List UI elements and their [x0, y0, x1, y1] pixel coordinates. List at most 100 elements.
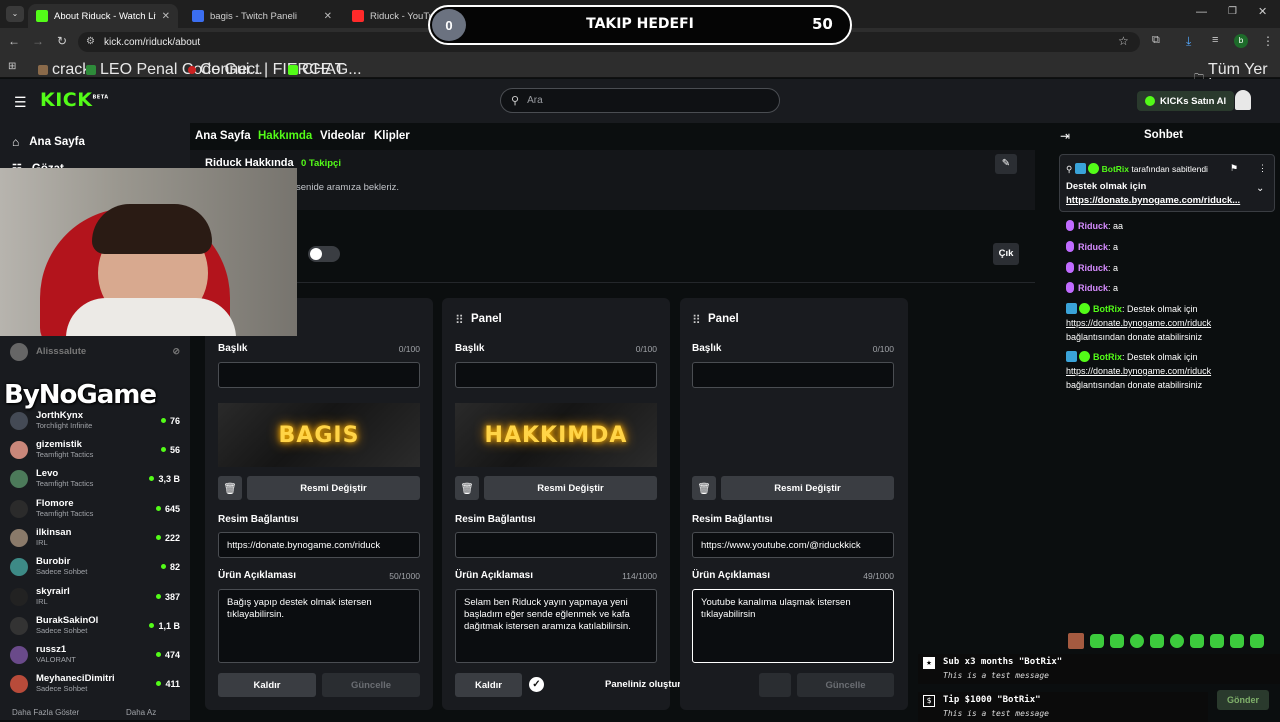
sidebar-channel[interactable]: gizemistik Teamfight Tactics 56	[10, 435, 180, 464]
sidebar-channel[interactable]: ilkinsan IRL 222	[10, 523, 180, 552]
minimize-icon[interactable]: —	[1196, 6, 1207, 18]
browser-tab-kick[interactable]: About Riduck - Watch Live on K ✕	[28, 4, 178, 28]
emote-icon[interactable]	[1210, 634, 1224, 648]
description-textarea[interactable]: Selam ben Riduck yayın yapmaya yeni başl…	[455, 589, 657, 663]
browser-menu-icon[interactable]: ⋮	[1262, 34, 1274, 48]
emote-icon[interactable]	[1130, 634, 1144, 648]
update-button[interactable]: Güncelle	[322, 673, 420, 697]
show-more-link[interactable]: Daha Fazla Göster	[12, 708, 79, 717]
forward-icon[interactable]: →	[30, 34, 46, 48]
emote-icon[interactable]	[1250, 634, 1264, 648]
back-icon[interactable]: ←	[6, 34, 22, 48]
tab-videos[interactable]: Videolar	[320, 130, 365, 142]
emote-icon[interactable]	[1090, 634, 1104, 648]
change-image-button[interactable]: Resmi Değiştir	[721, 476, 894, 500]
bookmark-item[interactable]: crack	[38, 61, 90, 79]
trash-icon[interactable]: 🗑	[218, 476, 242, 500]
unpin-icon[interactable]: ⚑	[1230, 163, 1238, 174]
buy-kicks-button[interactable]: KICKs Satın Al	[1137, 91, 1235, 111]
sidebar-item-home[interactable]: ⌂ Ana Sayfa	[12, 135, 85, 149]
profile-avatar[interactable]: b	[1234, 34, 1248, 48]
close-tab-icon[interactable]: ✕	[324, 11, 332, 22]
bookmark-star-icon[interactable]: ☆	[1118, 34, 1129, 48]
edit-pencil-icon[interactable]: ✎	[995, 154, 1017, 174]
show-less-link[interactable]: Daha Az	[126, 708, 156, 717]
emote-icon[interactable]	[1190, 634, 1204, 648]
edit-panels-toggle[interactable]	[308, 246, 340, 262]
browser-tab-twitch[interactable]: bagis - Twitch Paneli ✕	[184, 4, 340, 28]
hamburger-menu-icon[interactable]: ☰	[14, 94, 27, 111]
avatar	[10, 440, 28, 459]
chat-message: Riduck: a	[1066, 261, 1271, 275]
bot-badge-icon	[1074, 163, 1086, 174]
title-counter: 0/100	[872, 344, 894, 354]
chevron-down-icon[interactable]: ⌄	[1256, 183, 1264, 194]
user-avatar[interactable]	[1235, 90, 1251, 110]
sidebar-channel[interactable]: Flomore Teamfight Tactics 645	[10, 494, 180, 523]
link-input[interactable]: https://www.youtube.com/@riduckkick	[692, 532, 894, 558]
reload-icon[interactable]: ↻	[54, 34, 70, 48]
title-label: Başlık	[218, 343, 248, 354]
about-text: ık senide aramıza bekleriz.	[286, 182, 399, 193]
restore-icon[interactable]: ❐	[1228, 6, 1237, 17]
close-tab-icon[interactable]: ✕	[162, 11, 170, 22]
trash-icon[interactable]: 🗑	[692, 476, 716, 500]
live-dot-icon	[155, 652, 161, 657]
kick-logo[interactable]: KICKBETA	[40, 89, 109, 111]
close-window-icon[interactable]: ✕	[1258, 5, 1267, 18]
description-textarea[interactable]: Youtube kanalıma ulaşmak istersen tıklay…	[692, 589, 894, 663]
sidebar-channel[interactable]: skyrairl IRL 387	[10, 582, 180, 611]
sidebar-channel[interactable]: BurakSakinOl Sadece Sohbet 1,1 B	[10, 611, 180, 640]
title-label: Başlık	[455, 343, 485, 354]
link-input[interactable]: https://donate.bynogame.com/riduck	[218, 532, 420, 558]
send-button[interactable]: Gönder	[1217, 690, 1269, 710]
extensions-icon[interactable]: ⧉	[1152, 34, 1160, 47]
emote-icon[interactable]	[1170, 634, 1184, 648]
tab-search-icon[interactable]: ⌄	[6, 6, 24, 22]
avatar	[10, 587, 28, 606]
live-dot-icon	[155, 535, 161, 540]
site-info-icon[interactable]: ⚙	[86, 36, 95, 47]
sidebar-channel[interactable]: MeyhaneciDimitri Sadece Sohbet 411	[10, 669, 180, 698]
page-icon	[188, 66, 196, 74]
broadcaster-badge-icon	[1066, 282, 1074, 293]
search-input[interactable]: ⚲ Ara	[500, 88, 780, 113]
emote-icon[interactable]	[1230, 634, 1244, 648]
pin-icon: ⚲	[1066, 164, 1073, 174]
sidebar-channel[interactable]: Burobir Sadece Sohbet 82	[10, 552, 180, 581]
remove-button[interactable]: Kaldır	[455, 673, 522, 697]
more-options-icon[interactable]: ⋮	[1258, 163, 1267, 174]
title-input[interactable]	[218, 362, 420, 388]
drag-handle-icon[interactable]: ⠿	[455, 313, 464, 327]
remove-button-disabled[interactable]	[759, 673, 791, 697]
update-button[interactable]: Güncelle	[797, 673, 894, 697]
title-input[interactable]	[455, 362, 657, 388]
sidebar-channel[interactable]: JorthKynx Torchlight Infinite 76	[10, 406, 180, 435]
apps-grid-icon[interactable]: ⊞	[8, 61, 16, 72]
trash-icon[interactable]: 🗑	[455, 476, 479, 500]
link-input[interactable]	[455, 532, 657, 558]
title-label: Başlık	[692, 343, 722, 354]
bookmark-item[interactable]: CHAT	[288, 61, 344, 79]
sidebar-channel[interactable]: russz1 VALORANT 474	[10, 640, 180, 669]
emote-icon[interactable]	[1110, 634, 1124, 648]
pinned-link[interactable]: https://donate.bynogame.com/riduck...	[1066, 195, 1240, 206]
title-input[interactable]	[692, 362, 894, 388]
download-icon[interactable]: ⤓	[1186, 34, 1191, 49]
sidebar-channel[interactable]: Alisssalute ⊘	[10, 337, 180, 366]
change-image-button[interactable]: Resmi Değiştir	[484, 476, 657, 500]
drag-handle-icon[interactable]: ⠿	[692, 313, 701, 327]
link-label: Resim Bağlantısı	[218, 514, 299, 525]
sidebar-channel[interactable]: Levo Teamfight Tactics 3,3 B	[10, 464, 180, 493]
change-image-button[interactable]: Resmi Değiştir	[247, 476, 420, 500]
emote-icon[interactable]	[1150, 634, 1164, 648]
tab-about[interactable]: Hakkımda	[258, 130, 312, 142]
description-textarea[interactable]: Bağış yapıp destek olmak istersen tıklay…	[218, 589, 420, 663]
media-icon[interactable]: ≡	[1212, 34, 1218, 46]
emote-icon[interactable]	[1068, 633, 1084, 649]
remove-button[interactable]: Kaldır	[218, 673, 316, 697]
chat-title: Sohbet	[1144, 129, 1183, 141]
tab-home[interactable]: Ana Sayfa	[195, 130, 251, 142]
exit-button[interactable]: Çık	[993, 243, 1019, 265]
tab-clips[interactable]: Klipler	[374, 130, 410, 142]
